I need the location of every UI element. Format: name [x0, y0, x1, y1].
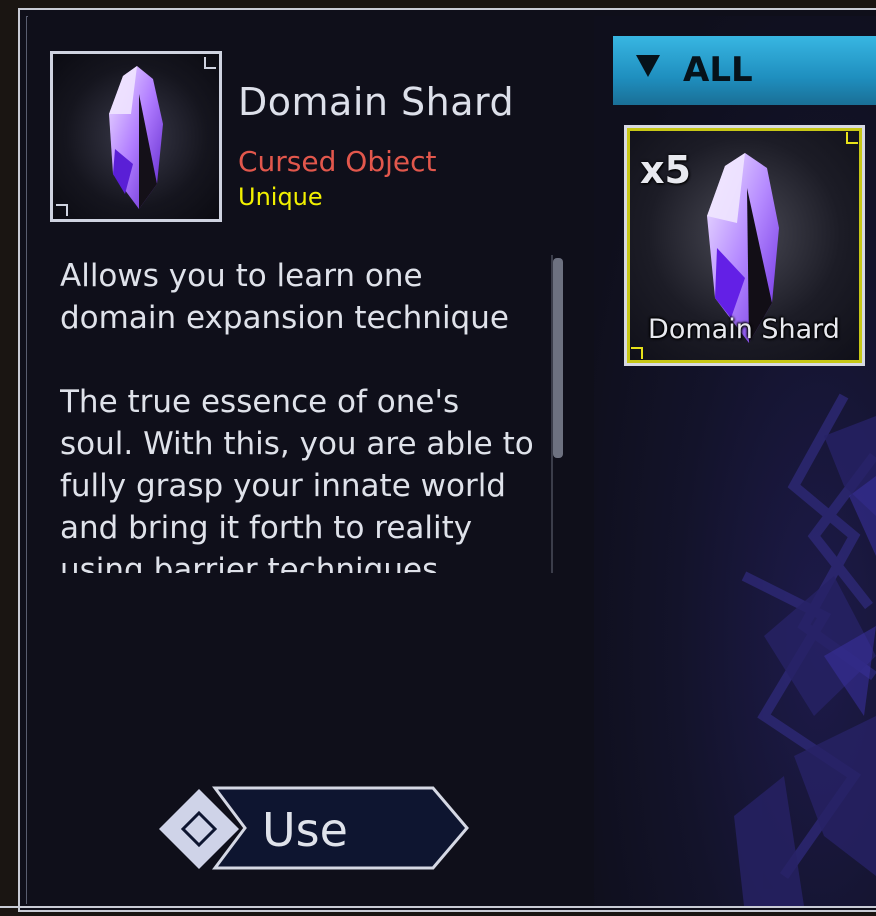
triangle-down-icon [636, 55, 660, 77]
slot-item-name: Domain Shard [648, 314, 840, 345]
item-category: Cursed Object [238, 145, 437, 178]
item-name: Domain Shard [238, 80, 515, 124]
item-description: Allows you to learn one domain expansion… [60, 258, 534, 573]
filter-label: ALL [683, 50, 753, 90]
item-rarity: Unique [238, 183, 323, 211]
window-bottom-border [0, 906, 876, 908]
slot-count: x5 [640, 148, 691, 192]
item-icon-frame [50, 51, 222, 222]
purple-crystal-icon [109, 66, 163, 209]
description-scrollbar-thumb[interactable] [553, 258, 563, 458]
item-description-scroll[interactable]: Allows you to learn one domain expansion… [60, 255, 550, 573]
use-button-label: Use [262, 803, 348, 857]
